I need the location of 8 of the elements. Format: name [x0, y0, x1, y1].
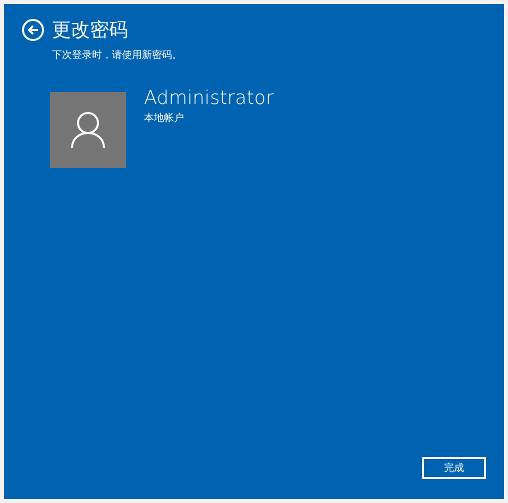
page-subtitle: 下次登录时，请使用新密码。 [52, 48, 183, 62]
finish-button[interactable]: 完成 [422, 457, 486, 479]
page-title: 更改密码 [52, 18, 128, 42]
user-icon [70, 111, 106, 149]
account-name: Administrator [144, 87, 274, 109]
back-button[interactable] [22, 19, 44, 41]
account-type: 本地帐户 [144, 112, 185, 125]
back-arrow-icon [27, 25, 39, 35]
